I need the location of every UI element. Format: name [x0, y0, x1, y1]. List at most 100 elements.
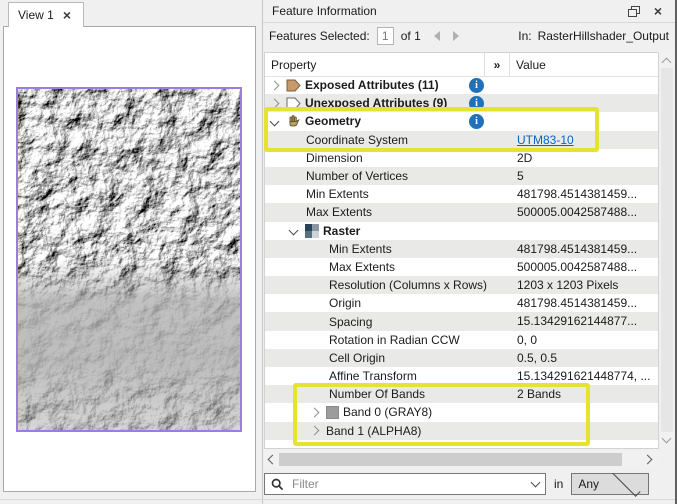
table-row[interactable]: Max Extents 500005.0042587488... — [265, 203, 658, 221]
feature-information-panel: Feature Information × Features Selected:… — [262, 0, 677, 504]
property-value: 5 — [517, 167, 524, 185]
next-feature-icon[interactable] — [453, 31, 459, 41]
property-label: Coordinate System — [306, 133, 408, 147]
property-value: 500005.0042587488... — [517, 203, 637, 221]
chevron-icon[interactable] — [270, 98, 280, 108]
property-value: 2D — [517, 149, 532, 167]
property-label: Spacing — [329, 315, 372, 329]
search-icon — [271, 478, 284, 491]
info-icon[interactable]: i — [469, 78, 484, 93]
property-label: Raster — [323, 224, 360, 238]
tab-close-icon[interactable]: × — [63, 9, 71, 21]
property-label: Exposed Attributes (11) — [305, 78, 439, 92]
status-divider — [0, 499, 677, 500]
chevron-icon[interactable] — [270, 80, 280, 90]
in-label: In: — [518, 29, 531, 43]
feature-index-input[interactable]: 1 — [377, 27, 394, 45]
feature-source: In: RasterHillshader_Output — [518, 29, 669, 43]
column-header-value[interactable]: Value — [510, 58, 658, 72]
property-value: 481798.4514381459... — [517, 294, 637, 312]
table-row[interactable]: Spacing 15.13429162144877... — [265, 312, 658, 330]
chevron-icon[interactable] — [310, 408, 320, 418]
close-panel-icon[interactable]: × — [650, 3, 666, 19]
table-row[interactable]: Number of Vertices 5 — [265, 167, 658, 185]
geometry-icon — [286, 114, 301, 129]
property-label: Band 0 (GRAY8) — [343, 405, 432, 419]
table-row[interactable]: Origin 481798.4514381459... — [265, 294, 658, 312]
filter-in-label: in — [554, 477, 563, 491]
horizontal-scrollbar[interactable] — [264, 452, 659, 467]
scroll-down-icon[interactable] — [662, 434, 672, 444]
filter-input[interactable] — [290, 476, 526, 492]
table-row[interactable]: Min Extents 481798.4514381459... — [265, 240, 658, 258]
property-label: Min Extents — [329, 242, 392, 256]
property-label: Dimension — [306, 151, 363, 165]
table-row[interactable]: Exposed Attributes (11) i — [265, 76, 658, 94]
band-swatch-icon — [326, 406, 339, 419]
raster-icon — [305, 224, 319, 238]
unexposed-attributes-icon — [286, 97, 301, 110]
property-value: 481798.4514381459... — [517, 240, 637, 258]
property-label: Cell Origin — [329, 351, 385, 365]
filter-combo[interactable] — [264, 473, 546, 495]
property-label: Affine Transform — [329, 369, 417, 383]
app-window: View 1 × — [0, 0, 677, 504]
table-row[interactable]: Cell Origin 0.5, 0.5 — [265, 349, 658, 367]
float-window-icon[interactable] — [626, 3, 642, 19]
property-label: Origin — [329, 296, 361, 310]
property-label: Number of Vertices — [306, 169, 408, 183]
property-value: 0, 0 — [517, 331, 537, 349]
table-row[interactable]: Affine Transform 15.134291621448774, ... — [265, 367, 658, 385]
vertical-scrollbar-thumb[interactable] — [661, 68, 673, 432]
table-row[interactable]: Rotation in Radian CCW 0, 0 — [265, 331, 658, 349]
table-row[interactable]: Unexposed Attributes (9) i — [265, 94, 658, 112]
chevron-icon[interactable] — [289, 226, 299, 236]
table-row[interactable]: Band 1 (ALPHA8) — [265, 422, 658, 440]
filter-bar: in Any — [264, 472, 651, 496]
filter-scope-dropdown[interactable]: Any — [571, 473, 649, 495]
table-row[interactable]: Dimension 2D — [265, 149, 658, 167]
vertical-scrollbar[interactable] — [660, 52, 674, 449]
hillshade-raster-image[interactable] — [16, 87, 242, 432]
table-row[interactable]: Coordinate System UTM83-10 — [265, 131, 658, 149]
filter-dropdown-chevron-icon[interactable] — [531, 478, 541, 488]
property-value: 1203 x 1203 Pixels — [517, 276, 618, 294]
property-value: 481798.4514381459... — [517, 185, 637, 203]
scroll-up-icon[interactable] — [662, 58, 672, 68]
chevron-icon[interactable] — [270, 117, 280, 127]
panel-titlebar: Feature Information × — [263, 0, 675, 23]
info-icon[interactable]: i — [469, 96, 484, 111]
tab-view-1-label: View 1 — [18, 8, 54, 22]
table-row[interactable]: Number Of Bands 2 Bands — [265, 385, 658, 403]
info-icon[interactable]: i — [469, 114, 484, 129]
chevron-icon[interactable] — [310, 426, 320, 436]
table-row[interactable]: Band 0 (GRAY8) — [265, 403, 658, 421]
column-header-property[interactable]: Property — [265, 53, 485, 76]
column-header-expander[interactable]: » — [485, 53, 510, 76]
table-row[interactable]: Geometry i — [265, 112, 658, 130]
property-value: 15.13429162144877... — [517, 312, 637, 330]
scroll-left-icon[interactable] — [268, 455, 278, 465]
property-value: 500005.0042587488... — [517, 258, 637, 276]
table-header: Property » Value — [265, 53, 658, 77]
property-value: UTM83-10 — [517, 131, 574, 149]
features-selected-label: Features Selected: — [269, 29, 370, 43]
property-label: Unexposed Attributes (9) — [305, 96, 447, 110]
scroll-right-icon[interactable] — [643, 455, 653, 465]
property-label: Number Of Bands — [329, 387, 425, 401]
tab-view-1[interactable]: View 1 × — [8, 2, 84, 27]
scope-dropdown-chevron-icon — [612, 469, 640, 497]
previous-feature-icon[interactable] — [434, 31, 440, 41]
table-row[interactable]: Raster — [265, 222, 658, 240]
table-row[interactable]: Resolution (Columns x Rows) 1203 x 1203 … — [265, 276, 658, 294]
table-rows: Exposed Attributes (11) i Unexposed Attr… — [265, 76, 658, 440]
table-row[interactable]: Min Extents 481798.4514381459... — [265, 185, 658, 203]
panel-title: Feature Information — [272, 4, 618, 18]
property-value: 0.5, 0.5 — [517, 349, 557, 367]
map-view-panel — [3, 26, 256, 492]
table-row[interactable]: Max Extents 500005.0042587488... — [265, 258, 658, 276]
feature-navigation-bar: Features Selected: 1 of 1 In: RasterHill… — [263, 23, 675, 49]
horizontal-scrollbar-thumb[interactable] — [279, 453, 622, 466]
feature-type-name: RasterHillshader_Output — [538, 29, 669, 43]
filter-scope-value: Any — [578, 477, 610, 491]
